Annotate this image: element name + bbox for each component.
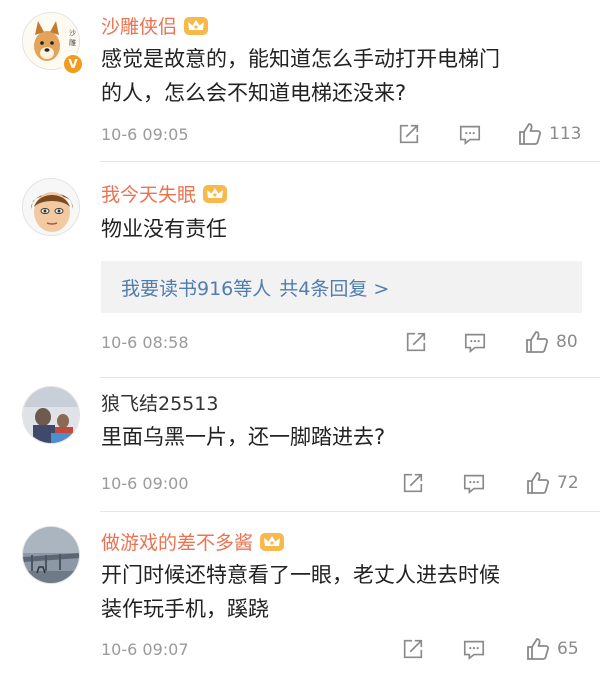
username-text[interactable]: 做游戏的差不多酱 <box>101 528 253 555</box>
reply-count-link[interactable]: 共4条回复 > <box>279 274 389 301</box>
comment-text: 物业没有责任 <box>101 212 580 246</box>
verified-badge: V <box>62 53 84 75</box>
comment-button[interactable] <box>462 471 486 495</box>
reply-preview[interactable]: 我要读书916等人 共4条回复 > <box>101 261 582 313</box>
like-count: 72 <box>557 473 579 493</box>
avatar[interactable] <box>22 386 80 444</box>
thumbs-up-icon <box>524 329 550 355</box>
like-button[interactable]: 65 <box>525 636 579 662</box>
share-button[interactable] <box>401 637 425 661</box>
share-button[interactable] <box>404 330 428 354</box>
like-button[interactable]: 113 <box>517 121 581 147</box>
comment-item: 沙 雕 V 沙雕侠侣 感觉是故意的，能知道怎么手动打开电梯门 的人，怎么会不知道… <box>0 0 600 162</box>
like-button[interactable]: 72 <box>525 470 579 496</box>
comment-icon <box>462 637 486 661</box>
comment-button[interactable] <box>458 122 482 146</box>
username-text[interactable]: 沙雕侠侣 <box>101 12 177 39</box>
thumbs-up-icon <box>517 121 543 147</box>
crown-icon <box>202 184 228 204</box>
share-button[interactable] <box>401 471 425 495</box>
comment-line: 感觉是故意的，能知道怎么手动打开电梯门 <box>101 47 500 71</box>
like-count: 65 <box>557 639 579 659</box>
comment-text: 感觉是故意的，能知道怎么手动打开电梯门 的人，怎么会不知道电梯还没来? <box>101 42 580 110</box>
share-icon <box>404 330 428 354</box>
username[interactable]: 做游戏的差不多酱 <box>101 528 285 555</box>
comment-text: 里面乌黑一片，还一脚踏进去? <box>101 420 580 454</box>
username[interactable]: 狼飞结25513 <box>101 389 218 416</box>
comment-icon <box>458 122 482 146</box>
comment-item: 做游戏的差不多酱 开门时候还特意看了一眼，老丈人进去时候 装作玩手机，蹊跷 10… <box>0 512 600 673</box>
comment-text: 开门时候还特意看了一眼，老丈人进去时候 装作玩手机，蹊跷 <box>101 558 580 626</box>
reply-users[interactable]: 我要读书916等人 <box>121 274 271 301</box>
thumbs-up-icon <box>525 636 551 662</box>
share-icon <box>397 122 421 146</box>
username[interactable]: 沙雕侠侣 <box>101 12 209 39</box>
share-icon <box>401 471 425 495</box>
crown-icon <box>259 532 285 552</box>
comment-line: 开门时候还特意看了一眼，老丈人进去时候 <box>101 563 500 587</box>
crown-icon <box>183 16 209 36</box>
share-icon <box>401 637 425 661</box>
svg-text:雕: 雕 <box>69 38 76 47</box>
username-text[interactable]: 我今天失眠 <box>101 180 196 207</box>
comment-line: 物业没有责任 <box>101 217 227 241</box>
username[interactable]: 我今天失眠 <box>101 180 228 207</box>
like-count: 113 <box>549 124 582 144</box>
comment-button[interactable] <box>463 330 487 354</box>
timestamp: 10-6 09:00 <box>101 474 189 493</box>
svg-text:沙: 沙 <box>69 29 76 37</box>
like-count: 80 <box>556 332 578 352</box>
comment-icon <box>462 471 486 495</box>
comment-line: 里面乌黑一片，还一脚踏进去? <box>101 425 386 449</box>
comment-item: 狼飞结25513 里面乌黑一片，还一脚踏进去? 10-6 09:00 72 <box>0 378 600 512</box>
comment-line: 装作玩手机，蹊跷 <box>101 597 269 621</box>
avatar[interactable] <box>22 178 80 236</box>
timestamp: 10-6 08:58 <box>101 333 189 352</box>
username-text[interactable]: 狼飞结25513 <box>101 389 218 416</box>
like-button[interactable]: 80 <box>524 329 578 355</box>
comment-button[interactable] <box>462 637 486 661</box>
thumbs-up-icon <box>525 470 551 496</box>
comment-line: 的人，怎么会不知道电梯还没来? <box>101 81 407 105</box>
comment-icon <box>463 330 487 354</box>
timestamp: 10-6 09:05 <box>101 125 189 144</box>
avatar[interactable] <box>22 526 80 584</box>
share-button[interactable] <box>397 122 421 146</box>
timestamp: 10-6 09:07 <box>101 640 189 659</box>
comment-item: 我今天失眠 物业没有责任 我要读书916等人 共4条回复 > 10-6 08:5… <box>0 162 600 378</box>
